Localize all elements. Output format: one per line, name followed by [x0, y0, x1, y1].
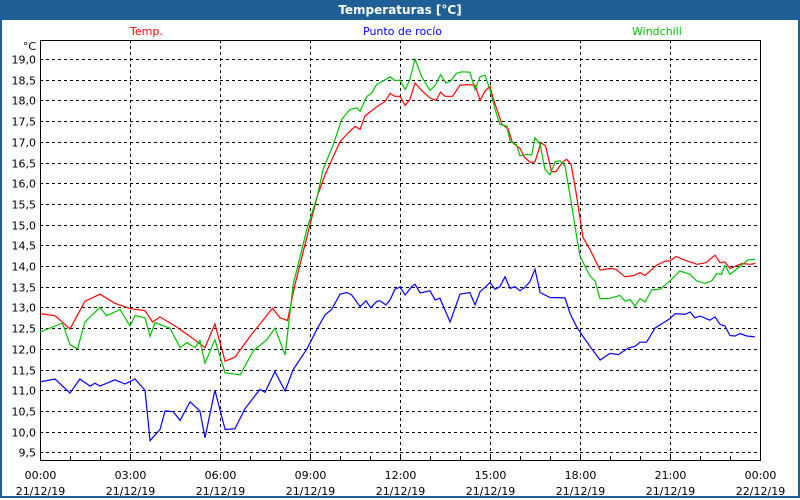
- y-tick-label: 15,0: [12, 220, 37, 233]
- series-line-windchill: [39, 56, 755, 376]
- y-tick-label: 16,0: [12, 178, 37, 191]
- x-tick-date: 21/12/19: [376, 485, 425, 498]
- x-tick-date: 21/12/19: [16, 485, 65, 498]
- y-tick-label: 14,0: [12, 261, 37, 274]
- chart-plot: 9,5 10,0 10,5 11,0 11,5 12,0 12,5 13,0 13,5 14,0 1…: [12, 40, 785, 498]
- x-tick-time: 21:00: [655, 469, 687, 482]
- y-tick-label: 17,0: [12, 137, 37, 150]
- y-tick-label: 11,0: [12, 385, 37, 398]
- y-tick-label: 17,5: [12, 116, 37, 129]
- series-line-dewpoint: [39, 267, 755, 443]
- y-tick-label: 13,0: [12, 302, 37, 315]
- x-tick-time: 15:00: [475, 469, 507, 482]
- series-line-temp: [39, 81, 756, 363]
- x-tick-date: 21/12/19: [466, 485, 515, 498]
- y-tick-label: 19,0: [12, 54, 37, 67]
- y-tick-label: 10,0: [12, 427, 37, 440]
- x-tick-time: 00:00: [25, 469, 57, 482]
- y-axis-unit: °C: [23, 40, 37, 53]
- y-tick-label: 18,5: [12, 75, 37, 88]
- x-tick-time: 03:00: [115, 469, 147, 482]
- y-tick-label: 15,5: [12, 199, 37, 212]
- x-tick-date: 21/12/19: [286, 485, 335, 498]
- x-tick-time: 09:00: [295, 469, 327, 482]
- x-tick-time: 18:00: [565, 469, 597, 482]
- y-tick-label: 9,5: [19, 447, 37, 460]
- y-tick-label: 11,5: [12, 365, 37, 378]
- x-tick-time: 12:00: [385, 469, 417, 482]
- y-tick-label: 12,0: [12, 344, 37, 357]
- x-tick-date: 21/12/19: [646, 485, 695, 498]
- y-tick-label: 14,5: [12, 240, 37, 253]
- x-tick-date: 21/12/19: [196, 485, 245, 498]
- x-tick-time: 00:00: [745, 469, 777, 482]
- y-tick-label: 16,5: [12, 158, 37, 171]
- x-tick-time: 06:00: [205, 469, 237, 482]
- y-tick-label: 10,5: [12, 406, 37, 419]
- y-tick-label: 18,0: [12, 95, 37, 108]
- x-tick-date: 22/12/19: [736, 485, 785, 498]
- x-tick-date: 21/12/19: [106, 485, 155, 498]
- y-tick-label: 13,5: [12, 282, 37, 295]
- y-tick-label: 12,5: [12, 323, 37, 336]
- x-tick-date: 21/12/19: [556, 485, 605, 498]
